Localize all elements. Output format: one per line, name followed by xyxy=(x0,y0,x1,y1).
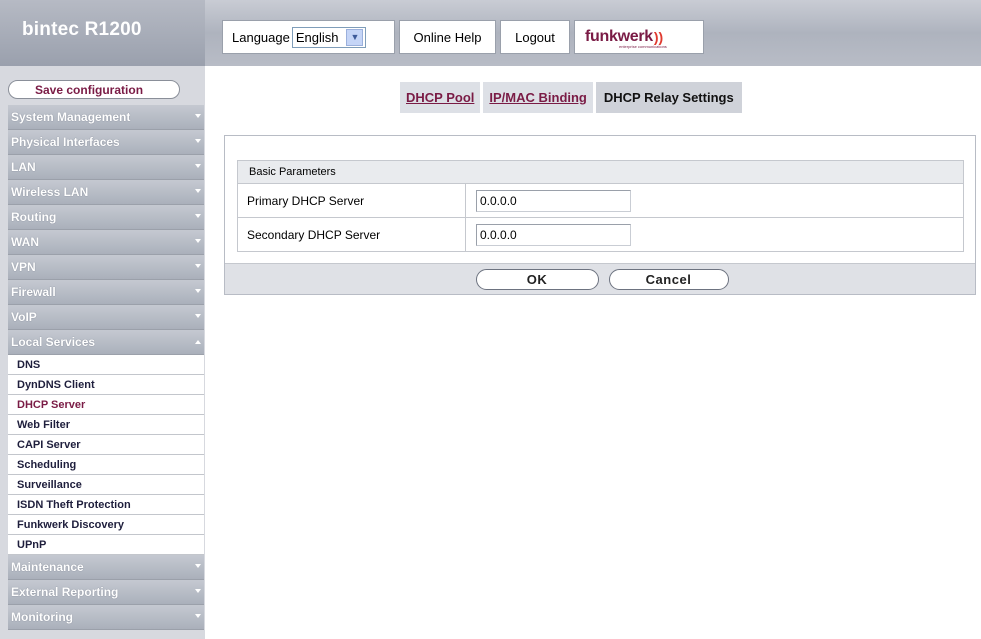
tab-dhcp-pool[interactable]: DHCP Pool xyxy=(400,82,481,113)
basic-parameters-table: Basic Parameters Primary DHCP Server Sec… xyxy=(237,160,964,252)
sidebar-item-physical-interfaces[interactable]: Physical Interfaces xyxy=(8,130,204,155)
ok-button[interactable]: OK xyxy=(475,268,599,290)
chevron-down-icon xyxy=(195,614,201,618)
sidebar-subitem-surveillance[interactable]: Surveillance xyxy=(8,475,204,495)
sidebar-item-local-services[interactable]: Local Services xyxy=(8,330,204,355)
table-row: Secondary DHCP Server xyxy=(238,218,963,251)
sidebar-item-system-management[interactable]: System Management xyxy=(8,105,204,130)
chevron-down-icon xyxy=(195,564,201,568)
product-logo-area: bintec R1200 xyxy=(0,0,205,66)
chevron-down-icon xyxy=(195,289,201,293)
tab-bar: DHCP Pool IP/MAC Binding DHCP Relay Sett… xyxy=(400,82,745,113)
settings-panel: Basic Parameters Primary DHCP Server Sec… xyxy=(224,135,976,295)
cancel-button[interactable]: Cancel xyxy=(608,268,729,290)
chevron-down-icon xyxy=(195,189,201,193)
sidebar-item-firewall[interactable]: Firewall xyxy=(8,280,204,305)
header-bar: bintec R1200 Language English ▼ Online H… xyxy=(0,0,981,66)
language-selected-value: English xyxy=(295,29,339,45)
save-configuration-button[interactable]: Save configuration xyxy=(8,80,180,99)
logout-link[interactable]: Logout xyxy=(500,20,570,54)
language-select[interactable]: English ▼ xyxy=(291,26,367,48)
chevron-down-icon xyxy=(195,589,201,593)
product-title: bintec R1200 xyxy=(22,19,142,40)
sidebar-subitem-web-filter[interactable]: Web Filter xyxy=(8,415,204,435)
sidebar-item-monitoring[interactable]: Monitoring xyxy=(8,605,204,630)
sidebar-item-voip[interactable]: VoIP xyxy=(8,305,204,330)
sidebar-item-wan[interactable]: WAN xyxy=(8,230,204,255)
form-button-bar: OK Cancel xyxy=(225,263,975,294)
sidebar-item-routing[interactable]: Routing xyxy=(8,205,204,230)
secondary-dhcp-server-input[interactable] xyxy=(476,223,631,246)
chevron-down-icon xyxy=(195,114,201,118)
tab-ip-mac-binding[interactable]: IP/MAC Binding xyxy=(483,82,593,113)
chevron-down-icon xyxy=(195,314,201,318)
sidebar-menu: System Management Physical Interfaces LA… xyxy=(8,105,204,630)
sidebar-item-maintenance[interactable]: Maintenance xyxy=(8,555,204,580)
chevron-down-icon xyxy=(195,239,201,243)
language-selector-cell: Language English ▼ xyxy=(222,20,395,54)
sidebar-subitem-scheduling[interactable]: Scheduling xyxy=(8,455,204,475)
sidebar-subitem-capi-server[interactable]: CAPI Server xyxy=(8,435,204,455)
sidebar-item-lan[interactable]: LAN xyxy=(8,155,204,180)
table-row: Primary DHCP Server xyxy=(238,184,963,218)
chevron-down-icon xyxy=(195,264,201,268)
sidebar-subitem-dns[interactable]: DNS xyxy=(8,355,204,375)
primary-dhcp-server-input[interactable] xyxy=(476,189,631,212)
chevron-down-icon xyxy=(195,214,201,218)
tab-dhcp-relay-settings[interactable]: DHCP Relay Settings xyxy=(595,82,742,113)
sidebar-subitem-upnp[interactable]: UPnP xyxy=(8,535,204,555)
section-title: Basic Parameters xyxy=(238,161,963,184)
online-help-label: Online Help xyxy=(413,29,482,45)
sidebar-item-vpn[interactable]: VPN xyxy=(8,255,204,280)
primary-dhcp-server-label: Primary DHCP Server xyxy=(238,184,466,217)
chevron-up-icon xyxy=(195,340,201,344)
brand-logo: funkwerk )) enterprise communications xyxy=(574,20,704,54)
secondary-dhcp-server-label: Secondary DHCP Server xyxy=(238,218,466,251)
logout-label: Logout xyxy=(515,29,555,45)
chevron-down-icon xyxy=(195,164,201,168)
sidebar-subitem-funkwerk-discovery[interactable]: Funkwerk Discovery xyxy=(8,515,204,535)
sidebar-subitem-dyndns-client[interactable]: DynDNS Client xyxy=(8,375,204,395)
language-label: Language xyxy=(232,29,290,45)
sidebar: Save configuration System Management Phy… xyxy=(0,66,205,639)
brand-tagline: enterprise communications xyxy=(619,44,667,49)
chevron-down-icon xyxy=(195,139,201,143)
chevron-down-icon[interactable]: ▼ xyxy=(346,28,364,46)
sidebar-item-external-reporting[interactable]: External Reporting xyxy=(8,580,204,605)
sidebar-item-wireless-lan[interactable]: Wireless LAN xyxy=(8,180,204,205)
online-help-link[interactable]: Online Help xyxy=(399,20,496,54)
sidebar-subitem-dhcp-server[interactable]: DHCP Server xyxy=(8,395,204,415)
signal-waves-icon: )) xyxy=(653,29,664,45)
sidebar-subitem-isdn-theft-protection[interactable]: ISDN Theft Protection xyxy=(8,495,204,515)
